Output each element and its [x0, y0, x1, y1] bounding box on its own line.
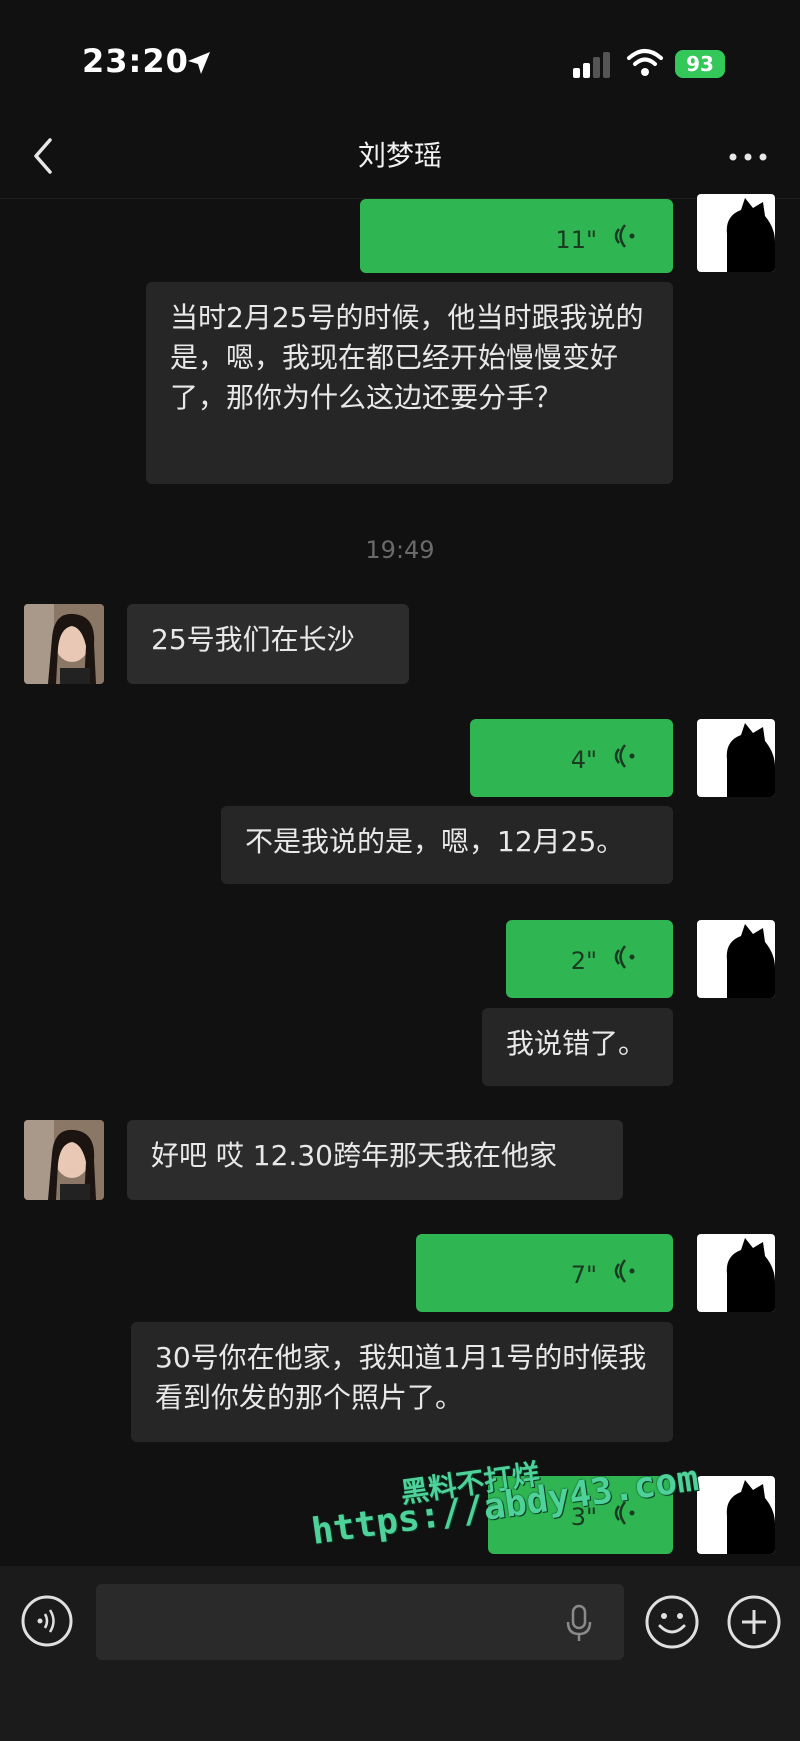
- contact-avatar[interactable]: [24, 604, 104, 684]
- status-time: 23:20: [82, 42, 189, 80]
- black-cat-avatar-icon: [726, 924, 775, 998]
- voice-transcript-text: 30号你在他家，我知道1月1号的时候我看到你发的那个照片了。: [131, 1322, 673, 1442]
- voice-wave-icon: [614, 224, 635, 248]
- contact-photo: [24, 1120, 104, 1200]
- received-message-bubble: 25号我们在长沙: [127, 604, 409, 684]
- black-cat-avatar-icon: [726, 1480, 775, 1554]
- black-cat-avatar-icon: [726, 1238, 775, 1312]
- wifi-icon: [627, 49, 663, 76]
- message-input[interactable]: [96, 1584, 624, 1660]
- more-options-icon[interactable]: [728, 152, 768, 162]
- voice-input-toggle-icon[interactable]: [20, 1594, 74, 1648]
- received-message-bubble: 好吧 哎 12.30跨年那天我在他家: [127, 1120, 623, 1200]
- voice-message-bubble[interactable]: 4": [470, 719, 673, 797]
- black-cat-avatar-icon: [726, 723, 775, 797]
- message-timestamp: 19:49: [365, 536, 435, 564]
- battery-indicator: 93: [675, 50, 725, 78]
- contact-photo: [24, 604, 104, 684]
- voice-wave-icon: [614, 1259, 635, 1283]
- voice-duration: 2": [570, 947, 597, 975]
- black-cat-avatar-icon: [726, 198, 775, 272]
- voice-duration: 11": [555, 226, 597, 254]
- location-arrow-icon: [188, 52, 210, 74]
- voice-transcript-text: 当时2月25号的时候，他当时跟我说的是，嗯，我现在都已经开始慢慢变好了，那你为什…: [146, 282, 673, 484]
- voice-transcript-text: 我说错了。: [482, 1008, 673, 1086]
- my-avatar[interactable]: [697, 194, 775, 272]
- cellular-signal-icon: [573, 52, 610, 78]
- voice-wave-icon: [614, 744, 635, 768]
- voice-duration: 4": [570, 746, 597, 774]
- emoji-icon[interactable]: [644, 1594, 700, 1650]
- contact-avatar[interactable]: [24, 1120, 104, 1200]
- my-avatar[interactable]: [697, 719, 775, 797]
- voice-transcript-text: 不是我说的是，嗯，12月25。: [221, 806, 673, 884]
- my-avatar[interactable]: [697, 1234, 775, 1312]
- voice-wave-icon: [614, 945, 635, 969]
- chat-title: 刘梦瑶: [357, 139, 442, 172]
- my-avatar[interactable]: [697, 920, 775, 998]
- voice-message-bubble[interactable]: 7": [416, 1234, 673, 1312]
- voice-duration: 7": [570, 1261, 597, 1289]
- voice-message-bubble[interactable]: 2": [506, 920, 673, 998]
- microphone-icon[interactable]: [566, 1604, 592, 1642]
- add-more-icon[interactable]: [726, 1594, 782, 1650]
- voice-message-bubble[interactable]: 11": [360, 199, 673, 273]
- my-avatar[interactable]: [697, 1476, 775, 1554]
